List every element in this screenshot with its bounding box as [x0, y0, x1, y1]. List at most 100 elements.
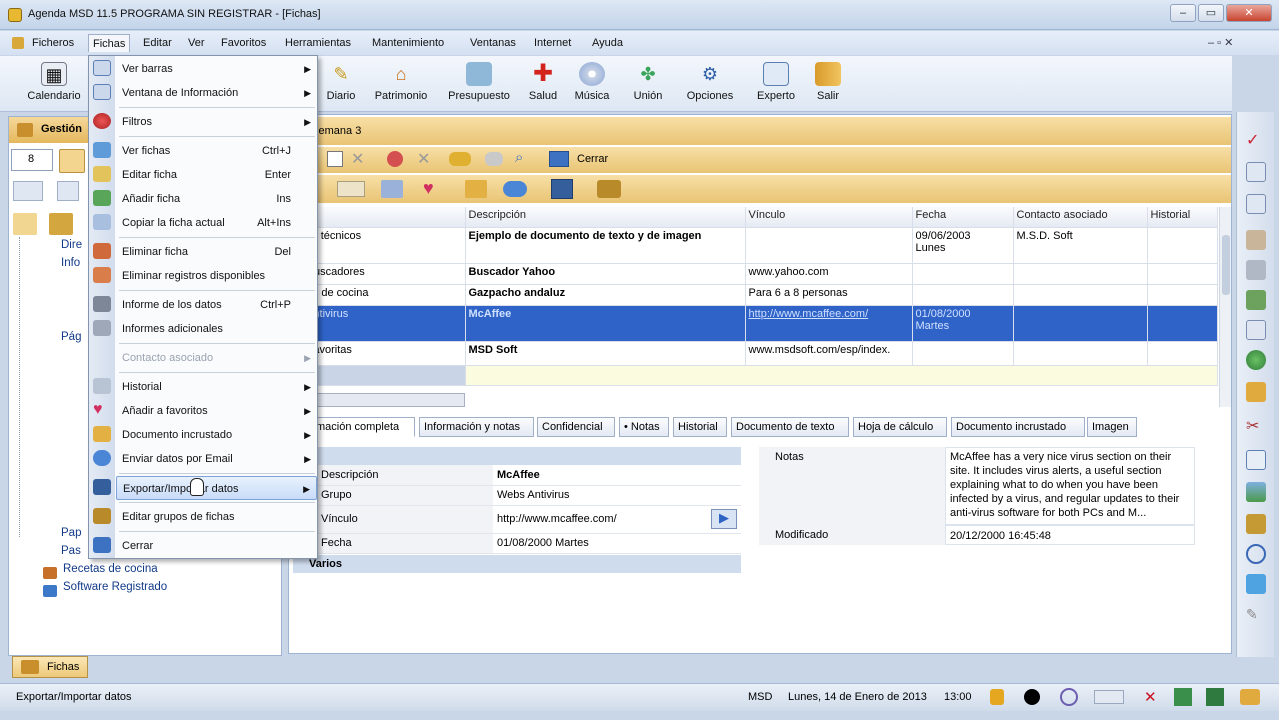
app-menu-icon[interactable] [12, 37, 24, 49]
notes-text[interactable]: McAffee has a very nice virus section on… [945, 447, 1195, 525]
tree-item-pap[interactable]: Pap [61, 527, 81, 539]
diario-button[interactable]: ✎ Diario [318, 60, 364, 108]
lock-icon[interactable] [990, 689, 1004, 705]
tab-hoja-calculo[interactable]: Hoja de cálculo [853, 417, 947, 437]
menu-item-eliminar-registros[interactable]: Eliminar registros disponibles [116, 264, 317, 288]
copy-icon[interactable] [1246, 194, 1266, 214]
table-row-selected[interactable]: bs Antivirus McAffee http://www.mcaffee.… [289, 305, 1218, 342]
opciones-button[interactable]: ⚙ Opciones [680, 60, 740, 108]
tree-item-pas[interactable]: Pas [61, 545, 81, 557]
menu-item-eliminar-ficha[interactable]: Eliminar ficha Del [116, 240, 317, 264]
layout-button[interactable] [57, 181, 79, 201]
table-row[interactable]: cetas de cocina Gazpacho andaluz Para 6 … [289, 284, 1218, 306]
mdi-window-controls[interactable]: – ▫ ✕ [1208, 36, 1233, 49]
maximize-button[interactable]: ▭ [1198, 4, 1224, 22]
tab-informacion-completa[interactable]: mación completa [311, 417, 415, 437]
tab-confidencial[interactable]: Confidencial [537, 417, 615, 437]
close-panel-icon[interactable] [549, 151, 569, 167]
cancel-x-icon[interactable]: ✕ [351, 149, 364, 169]
excel-icon[interactable] [1174, 688, 1192, 706]
table-row[interactable]: culos técnicos Ejemplo de documento de t… [289, 227, 1218, 264]
tree-item-pag[interactable]: Pág [61, 331, 81, 343]
eraser-icon[interactable] [49, 213, 73, 235]
minimize-button[interactable]: – [1170, 4, 1196, 22]
folder-icon[interactable] [1246, 382, 1266, 402]
menu-ficheros[interactable]: Ficheros [28, 34, 78, 52]
number-field[interactable]: 8 [11, 149, 53, 171]
phone-icon[interactable] [1246, 260, 1266, 280]
tree-view-icon[interactable] [59, 149, 85, 173]
export-icon[interactable] [551, 179, 573, 199]
tab-imagen[interactable]: Imagen [1087, 417, 1137, 437]
menu-item-ver-fichas[interactable]: Ver fichas Ctrl+J [116, 139, 317, 163]
view-dropdown-button[interactable] [13, 181, 43, 201]
clock-icon[interactable] [1246, 544, 1266, 564]
salud-button[interactable]: ✚ Salud [524, 60, 562, 108]
menu-ventanas[interactable]: Ventanas [466, 34, 520, 52]
menu-item-cerrar[interactable]: Cerrar [116, 534, 317, 558]
menu-mantenimiento[interactable]: Mantenimiento [368, 34, 448, 52]
patrimonio-button[interactable]: ⌂ Patrimonio [368, 60, 434, 108]
menu-item-editar-ficha[interactable]: Editar ficha Enter [116, 163, 317, 187]
record-navigator[interactable] [315, 393, 465, 407]
dropdown-icon[interactable] [327, 151, 343, 167]
menu-ayuda[interactable]: Ayuda [588, 34, 627, 52]
menu-item-anadir-favoritos[interactable]: Añadir a favoritos ▶ [116, 399, 317, 423]
menu-item-ventana-informacion[interactable]: Ventana de Información ▶ [116, 81, 317, 105]
clock-icon[interactable] [1060, 688, 1078, 706]
groups-icon[interactable] [597, 180, 621, 198]
menu-item-copiar-ficha[interactable]: Copiar la ficha actual Alt+Ins [116, 211, 317, 235]
tab-historial[interactable]: Historial [673, 417, 727, 437]
favorite-heart-icon[interactable]: ♥ [423, 178, 434, 199]
salir-button[interactable]: Salir [808, 60, 848, 108]
menu-internet[interactable]: Internet [530, 34, 575, 52]
export-excel-icon[interactable] [1206, 688, 1224, 706]
document-icon[interactable] [1246, 162, 1266, 182]
experto-button[interactable]: Experto [750, 60, 802, 108]
pin-icon[interactable]: ✎ [1246, 606, 1266, 626]
record-dot-icon[interactable] [1024, 689, 1040, 705]
column-header[interactable]: Contacto asociado [1013, 207, 1148, 228]
column-header[interactable]: Descripción [465, 207, 746, 228]
search-icon[interactable]: ⌕ [515, 149, 523, 166]
column-header[interactable]: Vínculo [745, 207, 913, 228]
blank-button[interactable] [337, 181, 365, 197]
email-icon[interactable] [503, 181, 527, 197]
tree-item-recetas[interactable]: Recetas de cocina [63, 563, 158, 575]
table-row[interactable]: bs Favoritas MSD Soft www.msdsoft.com/es… [289, 341, 1218, 366]
tab-notas[interactable]: • Notas [619, 417, 669, 437]
card-icon[interactable] [1246, 320, 1266, 340]
tree-item-software[interactable]: Software Registrado [63, 581, 167, 593]
copy-icon[interactable] [381, 180, 403, 198]
money-icon[interactable] [1246, 290, 1266, 310]
calendario-button[interactable]: ▦ Calendario [22, 60, 86, 108]
menu-item-editar-grupos[interactable]: Editar grupos de fichas [116, 505, 317, 529]
union-button[interactable]: ✤ Unión [626, 60, 670, 108]
menu-item-exportar-importar[interactable]: Exportar/Importar datos ▶ [116, 476, 317, 500]
glasses-icon[interactable] [1240, 689, 1260, 705]
menu-item-historial[interactable]: Historial ▶ [116, 375, 317, 399]
tab-fichas-bottom[interactable]: Fichas [12, 656, 88, 678]
menu-item-documento-incrustado[interactable]: Documento incrustado ▶ [116, 423, 317, 447]
menu-herramientas[interactable]: Herramientas [281, 34, 355, 52]
table-row[interactable]: bs Buscadores Buscador Yahoo www.yahoo.c… [289, 263, 1218, 285]
sync-icon[interactable] [1094, 690, 1124, 704]
column-header[interactable]: Historial [1147, 207, 1218, 228]
cerrar-button[interactable]: Cerrar [577, 153, 608, 165]
new-record-row[interactable] [289, 365, 1218, 386]
menu-item-ver-barras[interactable]: Ver barras ▶ [116, 57, 317, 81]
calculator-icon[interactable] [1246, 574, 1266, 594]
link-icon[interactable] [449, 152, 471, 166]
column-header[interactable]: Fecha [912, 207, 1014, 228]
tab-documento-texto[interactable]: Documento de texto [731, 417, 849, 437]
delete-x-icon[interactable]: ✕ [417, 149, 430, 169]
musica-button[interactable]: Música [570, 60, 614, 108]
menu-item-informe-datos[interactable]: Informe de los datos Ctrl+P [116, 293, 317, 317]
presupuesto-button[interactable]: Presupuesto [444, 60, 514, 108]
expand-tree-icon[interactable] [13, 213, 37, 235]
check-icon[interactable]: ✓ [1246, 130, 1266, 150]
menu-item-enviar-email[interactable]: Enviar datos por Email ▶ [116, 447, 317, 471]
menu-ver[interactable]: Ver [184, 34, 209, 52]
grid-scrollbar[interactable] [1219, 207, 1231, 407]
tools-icon[interactable]: ✂ [1246, 416, 1266, 436]
